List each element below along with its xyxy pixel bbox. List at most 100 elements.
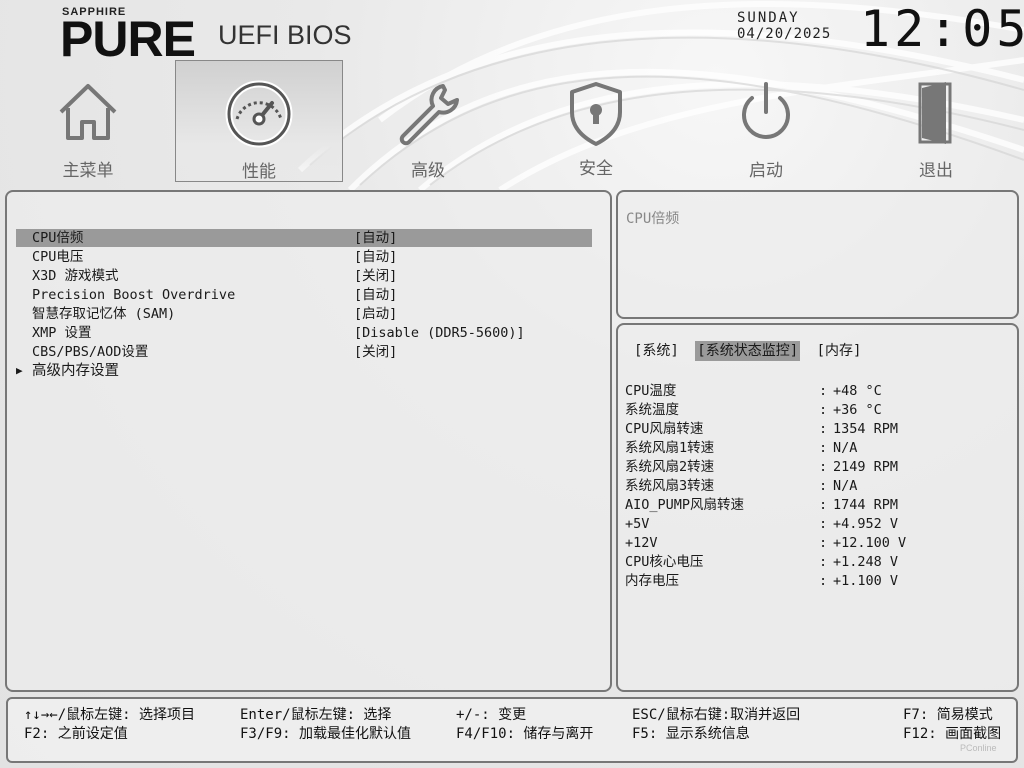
- menu-item-sam[interactable]: 智慧存取记忆体 (SAM) [启动]: [16, 305, 592, 323]
- monitor-row-memory-voltage: 内存电压 : +1.100 V: [625, 573, 899, 589]
- key-hint-escape: ESC/鼠标右键:取消并返回: [632, 707, 801, 723]
- menu-item-value[interactable]: [自动]: [354, 229, 397, 247]
- tab-advanced[interactable]: 高级: [345, 60, 511, 181]
- monitor-value: +1.100 V: [833, 573, 899, 589]
- weekday-display: SUNDAY: [737, 10, 800, 26]
- key-hint-screenshot: F12: 画面截图: [903, 726, 1002, 742]
- monitor-row-cpu-temp: CPU温度 : +48 °C: [625, 383, 882, 399]
- monitor-row-aio-pump: AIO_PUMP风扇转速 : 1744 RPM: [625, 497, 899, 513]
- power-icon: [742, 82, 790, 139]
- key-hint-navigate: ↑↓→←/鼠标左键: 选择项目: [24, 707, 196, 723]
- tab-label: 退出: [919, 161, 953, 181]
- tab-performance[interactable]: 性能: [175, 60, 343, 182]
- menu-item-label: 高级内存设置: [32, 363, 119, 379]
- key-hint-change: +/-: 变更: [456, 707, 527, 723]
- monitor-value: +36 °C: [833, 402, 882, 418]
- exit-door-icon: [918, 82, 952, 144]
- key-hint-system-info: F5: 显示系统信息: [632, 726, 750, 742]
- monitor-value: +1.248 V: [833, 554, 899, 570]
- tab-label: 启动: [749, 161, 783, 181]
- monitor-value: +12.100 V: [833, 535, 907, 551]
- key-help-bar: ↑↓→←/鼠标左键: 选择项目 F2: 之前设定值 Enter/鼠标左键: 选择…: [6, 697, 1018, 763]
- monitor-label: CPU核心电压: [625, 554, 704, 570]
- monitor-label: CPU风扇转速: [625, 421, 704, 437]
- monitor-value: 2149 RPM: [833, 459, 899, 475]
- key-hint-previous: F2: 之前设定值: [24, 726, 128, 742]
- home-icon: [59, 84, 117, 140]
- monitor-row-cpu-fan: CPU风扇转速 : 1354 RPM: [625, 421, 899, 437]
- monitor-label: 系统温度: [625, 402, 679, 418]
- menu-item-value[interactable]: [自动]: [354, 248, 397, 266]
- tab-label: 性能: [242, 162, 276, 182]
- brand-subtitle: UEFI BIOS: [218, 20, 352, 50]
- tab-exit[interactable]: 退出: [853, 60, 1019, 181]
- wrench-icon: [399, 84, 459, 146]
- menu-item-cbs-pbs-aod[interactable]: CBS/PBS/AOD设置 [关闭]: [16, 343, 592, 361]
- menu-item-cpu-voltage[interactable]: CPU电压 [自动]: [16, 248, 592, 266]
- monitor-label: 内存电压: [625, 573, 679, 589]
- info-tab-memory[interactable]: [内存]: [815, 341, 864, 361]
- tab-boot[interactable]: 启动: [683, 60, 849, 181]
- date-display: 04/20/2025: [737, 26, 832, 42]
- speedometer-icon: [225, 80, 293, 148]
- menu-item-label: CPU倍频: [32, 230, 84, 246]
- menu-item-xmp[interactable]: XMP 设置 [Disable (DDR5-5600)]: [16, 324, 592, 342]
- menu-item-cpu-multiplier[interactable]: CPU倍频 [自动]: [16, 229, 592, 247]
- monitor-value: N/A: [833, 440, 858, 456]
- monitor-row-sys-fan3: 系统风扇3转速 : N/A: [625, 478, 858, 494]
- menu-item-label: XMP 设置: [32, 325, 92, 341]
- settings-panel: CPU倍频 [自动] CPU电压 [自动] X3D 游戏模式 [关闭] Prec…: [5, 190, 612, 692]
- menu-item-x3d-game-mode[interactable]: X3D 游戏模式 [关闭]: [16, 267, 592, 285]
- monitor-row-system-temp: 系统温度 : +36 °C: [625, 402, 882, 418]
- menu-item-value[interactable]: [启动]: [354, 305, 397, 323]
- shield-lock-icon: [570, 82, 622, 146]
- menu-item-label: X3D 游戏模式: [32, 268, 119, 284]
- menu-item-label: CBS/PBS/AOD设置: [32, 344, 149, 360]
- monitor-row-sys-fan2: 系统风扇2转速 : 2149 RPM: [625, 459, 899, 475]
- tab-label: 主菜单: [62, 161, 114, 181]
- menu-item-label: CPU电压: [32, 249, 84, 265]
- monitor-value: N/A: [833, 478, 858, 494]
- tab-label: 安全: [579, 159, 613, 179]
- monitor-value: +48 °C: [833, 383, 882, 399]
- menu-item-value[interactable]: [关闭]: [354, 343, 397, 361]
- key-hint-select: Enter/鼠标左键: 选择: [240, 707, 392, 723]
- tab-security[interactable]: 安全: [513, 60, 679, 180]
- monitor-value: +4.952 V: [833, 516, 899, 532]
- monitor-label: +12V: [625, 535, 658, 551]
- menu-item-value[interactable]: [自动]: [354, 286, 397, 304]
- menu-item-label: Precision Boost Overdrive: [32, 287, 236, 303]
- monitor-label: 系统风扇2转速: [625, 459, 715, 475]
- monitor-label: 系统风扇3转速: [625, 478, 715, 494]
- key-hint-load-defaults: F3/F9: 加载最佳化默认值: [240, 726, 412, 742]
- tab-main-menu[interactable]: 主菜单: [5, 60, 171, 181]
- menu-item-label: 智慧存取记忆体 (SAM): [32, 306, 176, 322]
- submenu-arrow-icon: ▶: [16, 364, 23, 377]
- monitor-value: 1354 RPM: [833, 421, 899, 437]
- hardware-monitor-panel: [系统] [系统状态监控] [内存] CPU温度 : +48 °C 系统温度 :…: [616, 323, 1019, 692]
- help-panel: CPU倍频: [616, 190, 1019, 319]
- tab-label: 高级: [411, 161, 445, 181]
- monitor-row-12v: +12V : +12.100 V: [625, 535, 907, 551]
- info-tab-system[interactable]: [系统]: [632, 341, 681, 361]
- menu-item-value[interactable]: [关闭]: [354, 267, 397, 285]
- key-hint-save-exit: F4/F10: 储存与离开: [456, 726, 594, 742]
- menu-item-advanced-memory[interactable]: ▶ 高级内存设置: [16, 362, 592, 380]
- monitor-label: AIO_PUMP风扇转速: [625, 497, 745, 513]
- monitor-label: +5V: [625, 516, 650, 532]
- monitor-row-cpu-core-voltage: CPU核心电压 : +1.248 V: [625, 554, 899, 570]
- monitor-row-5v: +5V : +4.952 V: [625, 516, 899, 532]
- key-hint-easy-mode: F7: 简易模式: [903, 707, 993, 723]
- clock-display: 12:05: [860, 0, 1024, 58]
- watermark-text: PConline: [960, 743, 997, 753]
- info-tab-bar: [系统] [系统状态监控] [内存]: [632, 341, 869, 361]
- help-text: CPU倍频: [626, 211, 680, 227]
- monitor-label: CPU温度: [625, 383, 677, 399]
- menu-item-pbo[interactable]: Precision Boost Overdrive [自动]: [16, 286, 592, 304]
- monitor-row-sys-fan1: 系统风扇1转速 : N/A: [625, 440, 858, 456]
- info-tab-status-monitor[interactable]: [系统状态监控]: [695, 341, 801, 361]
- menu-item-value[interactable]: [Disable (DDR5-5600)]: [354, 324, 525, 342]
- monitor-value: 1744 RPM: [833, 497, 899, 513]
- monitor-label: 系统风扇1转速: [625, 440, 715, 456]
- brand-main-text: PURE: [60, 11, 196, 67]
